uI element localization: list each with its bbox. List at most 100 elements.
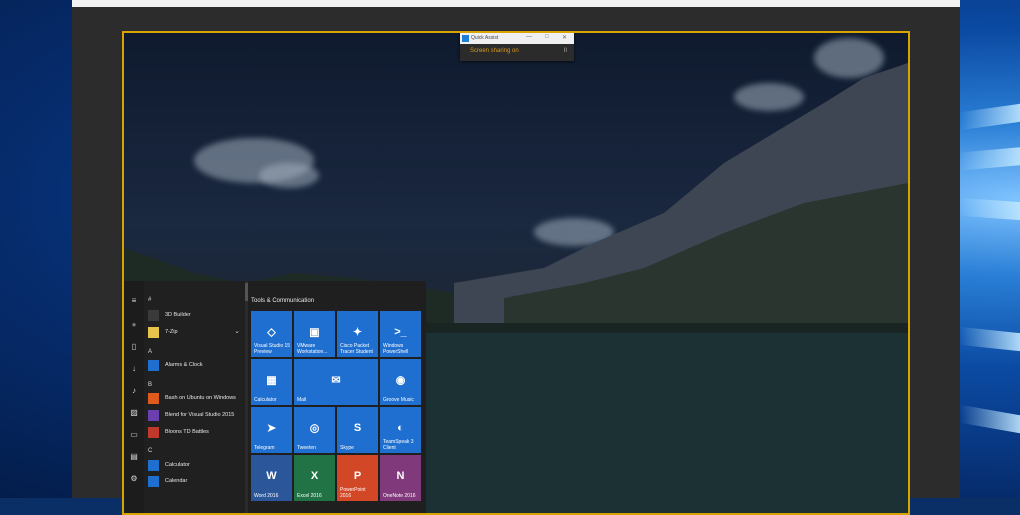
app-icon bbox=[148, 460, 159, 471]
tile-icon: ◉ bbox=[395, 374, 406, 387]
tile-icon: W bbox=[266, 469, 277, 482]
tile[interactable]: ➤ Telegram bbox=[251, 407, 292, 453]
tile-label: Windows PowerShell bbox=[383, 343, 409, 355]
tile-label: Visual Studio 15 Preview bbox=[254, 343, 291, 355]
wallpaper-light-beam bbox=[960, 326, 1020, 352]
window-top-strip bbox=[72, 0, 960, 7]
tile-icon: ◇ bbox=[267, 326, 276, 339]
tile[interactable]: ◇ Visual Studio 15 Preview bbox=[251, 311, 292, 357]
tile-label: PowerPoint 2016 bbox=[340, 487, 366, 499]
tile-label: VMware Workstation... bbox=[297, 343, 328, 355]
app-list[interactable]: #3D Builder 7-Zip ⌄ A Alarms & Clock B Bash on… bbox=[144, 281, 244, 513]
tile[interactable]: ✉ Mail bbox=[294, 359, 378, 405]
tiles-area: Tools & Communication ◇ Visual Studio 15 … bbox=[248, 281, 426, 513]
tile[interactable]: ◉ Groove Music bbox=[380, 359, 421, 405]
app-icon bbox=[148, 393, 159, 404]
tile-icon: S bbox=[353, 421, 362, 434]
close-button[interactable]: ✕ bbox=[562, 34, 567, 41]
app-label: Alarms & Clock bbox=[165, 362, 203, 368]
app-list-item[interactable]: 7-Zip ⌄ bbox=[148, 326, 240, 340]
app-list-item[interactable]: Bash on Ubuntu on Windows bbox=[148, 392, 240, 406]
tile-icon: ▦ bbox=[266, 374, 277, 387]
tile[interactable]: ✦ Cisco Packet Tracer Student bbox=[337, 311, 378, 357]
documents-icon[interactable]: ▯ bbox=[128, 341, 140, 353]
tile-icon: >_ bbox=[394, 325, 407, 338]
group-letter[interactable]: B bbox=[148, 382, 152, 388]
tile-label: Mail bbox=[297, 397, 307, 403]
settings-icon[interactable]: ⚙ bbox=[128, 473, 140, 485]
start-menu[interactable]: ≡ ● ▯ ↓ ♪ ▨ ▭ ▤ ⚙ #3D Builder 7-Zip ⌄ A Alarms & Clo… bbox=[124, 281, 426, 513]
tile-label: Cisco Packet Tracer Student bbox=[340, 343, 373, 355]
tile-group-header: Tools & Communication bbox=[251, 298, 315, 304]
videos-icon[interactable]: ▭ bbox=[128, 429, 140, 441]
start-rail: ≡ ● ▯ ↓ ♪ ▨ ▭ ▤ ⚙ bbox=[124, 281, 144, 513]
app-icon bbox=[148, 360, 159, 371]
tile[interactable]: P PowerPoint 2016 bbox=[337, 455, 378, 501]
app-list-item[interactable]: 3D Builder bbox=[148, 309, 240, 323]
tile[interactable]: ▦ Calculator bbox=[251, 359, 292, 405]
app-list-item[interactable]: Alarms & Clock bbox=[148, 359, 240, 373]
tile-label: Groove Music bbox=[383, 397, 414, 403]
tile[interactable]: ◎ Tweeten bbox=[294, 407, 335, 453]
tile[interactable]: ▣ VMware Workstation... bbox=[294, 311, 335, 357]
tile[interactable]: X Excel 2016 bbox=[294, 455, 335, 501]
tile[interactable]: W Word 2016 bbox=[251, 455, 292, 501]
app-icon bbox=[148, 427, 159, 438]
tile[interactable]: S Skype bbox=[337, 407, 378, 453]
tile-icon: ➤ bbox=[266, 422, 277, 435]
user-avatar-icon[interactable]: ● bbox=[128, 319, 140, 331]
tile-label: Tweeten bbox=[297, 445, 316, 451]
app-list-item[interactable]: Blend for Visual Studio 2015 bbox=[148, 409, 240, 423]
app-label: Blend for Visual Studio 2015 bbox=[165, 412, 235, 418]
hamburger-icon[interactable]: ≡ bbox=[128, 295, 140, 307]
tile-label: Word 2016 bbox=[254, 493, 279, 499]
app-icon bbox=[148, 476, 159, 487]
tile-icon: ◐ bbox=[397, 421, 404, 434]
app-label: Bash on Ubuntu on Windows bbox=[165, 395, 236, 401]
app-label: 3D Builder bbox=[165, 312, 191, 318]
group-letter[interactable]: C bbox=[148, 448, 152, 454]
quick-assist-window[interactable]: Quick Assist — □ ✕ Screen sharing on II bbox=[460, 33, 574, 61]
wallpaper-light-beam bbox=[960, 197, 1020, 221]
network-icon[interactable]: ▤ bbox=[128, 451, 140, 463]
app-list-item[interactable]: Bloons TD Battles bbox=[148, 426, 240, 440]
tile-icon: N bbox=[396, 469, 405, 482]
tile-icon: ✉ bbox=[331, 374, 341, 387]
minimize-button[interactable]: — bbox=[526, 34, 532, 40]
chevron-down-icon[interactable]: ⌄ bbox=[234, 327, 240, 335]
app-label: Calendar bbox=[165, 478, 188, 484]
app-icon bbox=[148, 310, 159, 321]
screen-sharing-status: Screen sharing on bbox=[470, 48, 519, 54]
app-label: 7-Zip bbox=[165, 329, 178, 335]
quick-assist-title: Quick Assist bbox=[471, 35, 499, 41]
tile-icon: ▣ bbox=[309, 326, 320, 339]
tile-label: TeamSpeak 3 Client bbox=[383, 439, 414, 451]
tile-icon: ✦ bbox=[352, 326, 363, 339]
app-list-item[interactable]: Calendar bbox=[148, 475, 240, 489]
tile-label: Excel 2016 bbox=[297, 493, 322, 499]
group-letter[interactable]: # bbox=[148, 297, 151, 303]
pause-button[interactable]: II bbox=[564, 48, 567, 54]
tile[interactable]: ◐ TeamSpeak 3 Client bbox=[380, 407, 421, 453]
quick-assist-logo-icon bbox=[462, 35, 469, 42]
tile-icon: P bbox=[353, 469, 362, 482]
group-letter[interactable]: A bbox=[148, 349, 152, 355]
shared-screen-frame[interactable]: Quick Assist — □ ✕ Screen sharing on II … bbox=[122, 31, 910, 515]
maximize-button[interactable]: □ bbox=[545, 34, 549, 40]
remote-session-window[interactable]: Quick Assist — □ ✕ Screen sharing on II … bbox=[72, 0, 960, 515]
wallpaper-light-beam bbox=[958, 147, 1020, 171]
tile-icon: X bbox=[310, 469, 319, 482]
tile[interactable]: N OneNote 2016 bbox=[380, 455, 421, 501]
music-icon[interactable]: ♪ bbox=[128, 385, 140, 397]
app-icon bbox=[148, 410, 159, 421]
app-list-item[interactable]: Calculator bbox=[148, 459, 240, 473]
tile-label: Calculator bbox=[254, 397, 277, 403]
quick-assist-titlebar: Quick Assist — □ ✕ bbox=[460, 33, 574, 44]
tile[interactable]: >_ Windows PowerShell bbox=[380, 311, 421, 357]
tile-label: Skype bbox=[340, 445, 354, 451]
tile-label: Telegram bbox=[254, 445, 275, 451]
wallpaper-light-beam bbox=[960, 404, 1020, 434]
downloads-icon[interactable]: ↓ bbox=[128, 363, 140, 375]
tile-icon: ◎ bbox=[309, 422, 320, 435]
pictures-icon[interactable]: ▨ bbox=[128, 407, 140, 419]
